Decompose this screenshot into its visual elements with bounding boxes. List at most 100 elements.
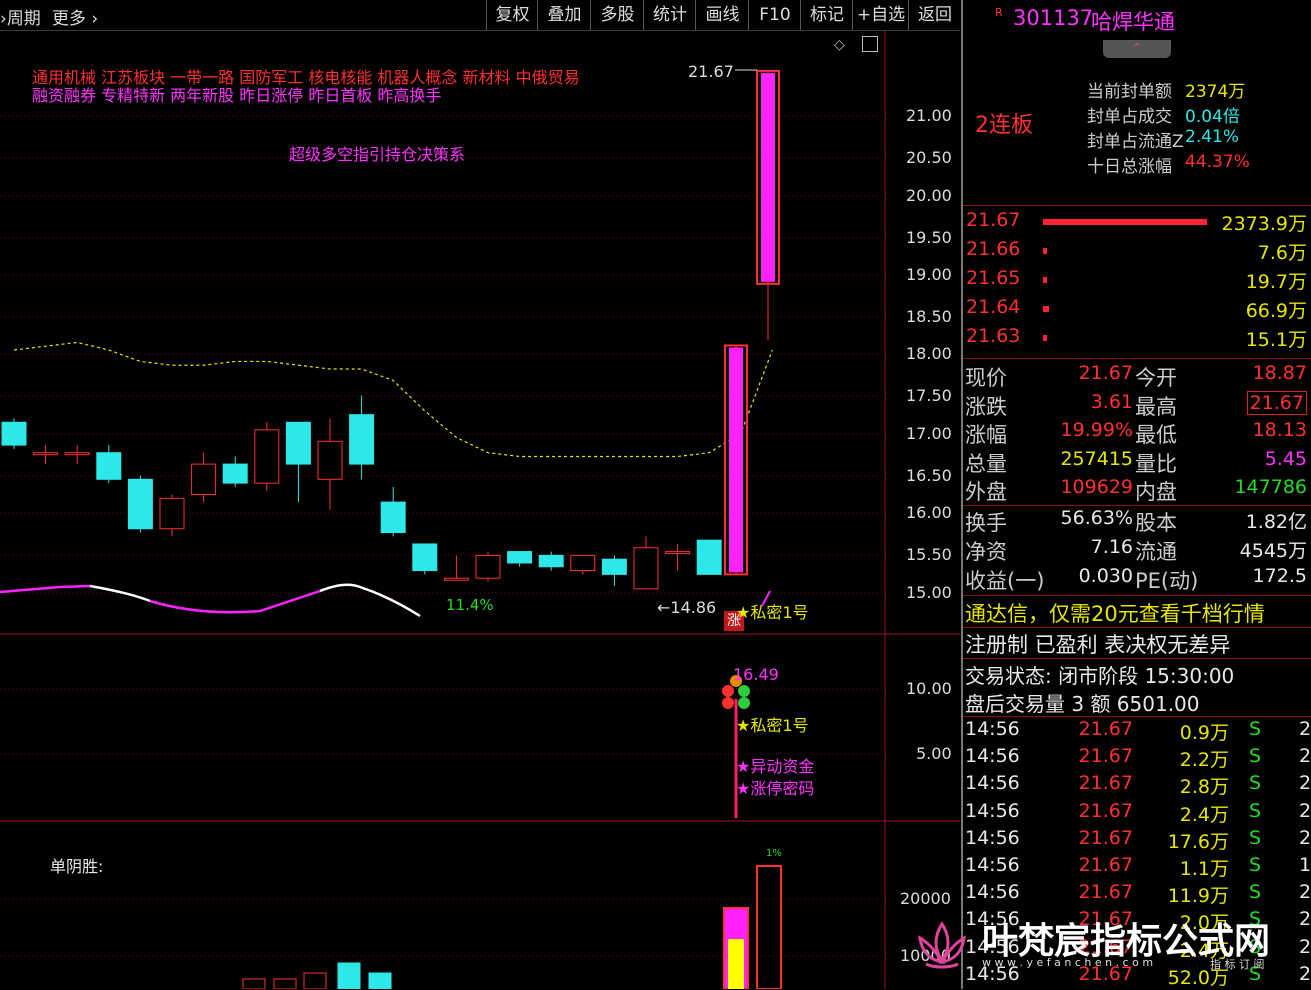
fund-label: 流通 xyxy=(1135,540,1177,564)
tick-side: S xyxy=(1249,881,1262,904)
sub2-title: 单阴胜: xyxy=(50,857,104,876)
quote-row: 现价 21.67 今开 18.87 xyxy=(963,362,1311,390)
quote-label: 现价 xyxy=(965,366,1007,390)
tick-price: 21.67 xyxy=(1078,745,1133,768)
toolbar-button[interactable]: +自选 xyxy=(852,0,909,30)
promo-banner[interactable]: 通达信，仅需20元查看千档行情 xyxy=(963,598,1311,628)
bid-row[interactable]: 21.67 2373.9万 xyxy=(963,209,1311,237)
toolbar-button[interactable]: 多股 xyxy=(590,0,644,30)
quote-value: 18.87 xyxy=(1252,362,1307,384)
diamond-icon[interactable]: ◇ xyxy=(834,37,845,53)
candle-body xyxy=(317,440,343,480)
high-price-label: 21.67 xyxy=(688,62,734,81)
bid-row[interactable]: 21.64 66.9万 xyxy=(963,296,1311,324)
quote-row: 涨跌 3.61 最高 21.67 xyxy=(963,390,1311,419)
toolbar-button[interactable]: 返回 xyxy=(908,0,961,30)
quote-label: 总量 xyxy=(965,451,1007,476)
tick-volume: 2.4万 xyxy=(1179,803,1229,826)
kline-chart[interactable]: ◇ 通用机械 江苏板块 一带一路 国防军工 核电核能 机器人概念 新材料 中俄贸… xyxy=(0,31,960,989)
tick-side: S xyxy=(1249,745,1262,768)
price-axis-tick: 16.00 xyxy=(906,503,952,522)
bid-price: 21.63 xyxy=(966,325,1021,347)
bid-volume-bar xyxy=(1043,277,1047,283)
quote-value: 21.67 xyxy=(1246,390,1307,415)
tick-time: 14:56 xyxy=(965,826,1020,849)
tick-volume: 17.6万 xyxy=(1167,830,1229,853)
toolbar-button[interactable]: 统计 xyxy=(643,0,696,30)
tick-side: S xyxy=(1249,854,1262,876)
bid-row[interactable]: 21.66 7.6万 xyxy=(963,238,1311,266)
fund-label: PE(动) xyxy=(1135,569,1199,593)
fund-label: 股本 xyxy=(1135,511,1177,535)
fund-label: 净资 xyxy=(965,540,1007,564)
collapse-toggle-icon[interactable]: ⌃ xyxy=(1103,40,1171,58)
volume-bar xyxy=(368,972,392,989)
candle-body-fill xyxy=(761,72,775,282)
chart-toolbar: ›周期 更多 › 复权 叠加 多股 统计 画线 F10 标记 +自选 返回 xyxy=(0,0,960,31)
divider xyxy=(963,595,1311,596)
fund-value: 56.63% xyxy=(1060,507,1133,529)
toolbar-button[interactable]: 叠加 xyxy=(537,0,591,30)
toolbar-button[interactable]: 复权 xyxy=(486,0,538,30)
tick-count: 2 xyxy=(1299,799,1311,822)
tick-side: S xyxy=(1249,799,1262,822)
indicator-curve xyxy=(0,584,91,594)
tick-side: S xyxy=(1249,772,1262,795)
panel-toggle-icon[interactable] xyxy=(862,36,878,52)
tick-row: 14:56 21.67 2.4万 S 2 xyxy=(963,800,1311,827)
stock-name: 哈焊华通 xyxy=(1091,10,1175,34)
volume-bar-fill xyxy=(728,939,744,989)
tick-time: 14:56 xyxy=(965,772,1020,795)
fund-row: 收益(一) 0.030 PE(动) 172.5 xyxy=(963,565,1311,593)
volume-bar xyxy=(337,962,361,989)
price-axis-tick: 19.50 xyxy=(906,228,952,247)
divider xyxy=(963,205,1311,206)
candle-body xyxy=(412,543,438,572)
more-menu[interactable]: 更多 › xyxy=(52,4,98,29)
signal-ball xyxy=(722,697,734,709)
seal-value: 44.37% xyxy=(1185,152,1250,172)
seal-label: 十日总涨幅 xyxy=(1087,157,1172,177)
bid-volume-bar xyxy=(1043,335,1047,341)
signal-star-limit: ★涨停密码 xyxy=(736,779,815,798)
watermark-url: w w w . y e f a n c h e n . c o m xyxy=(982,956,1154,969)
candle-body xyxy=(222,463,248,484)
tick-count: 2 xyxy=(1299,745,1311,768)
bid-volume: 7.6万 xyxy=(1257,242,1307,264)
seal-label: 封单占流通Z xyxy=(1087,132,1184,152)
sub1-value: 16.49 xyxy=(733,665,779,684)
divider xyxy=(963,627,1311,628)
stock-code: 301137 xyxy=(1013,6,1094,30)
tick-side: S xyxy=(1249,826,1262,849)
indicator-curve xyxy=(149,589,321,614)
toolbar-button[interactable]: 标记 xyxy=(800,0,853,30)
price-axis-tick: 16.50 xyxy=(906,466,952,485)
quote-value: 19.99% xyxy=(1060,419,1133,441)
toolbar-button[interactable]: 画线 xyxy=(695,0,749,30)
quote-label: 今开 xyxy=(1135,366,1177,390)
fund-value: 0.030 xyxy=(1078,565,1133,587)
tick-count: 2 xyxy=(1299,772,1311,795)
fund-label: 收益(一) xyxy=(965,569,1045,593)
period-selector[interactable]: ›周期 xyxy=(0,4,41,29)
bid-volume: 2373.9万 xyxy=(1221,213,1307,235)
sub2-top-label: 1% xyxy=(766,848,782,859)
bid-row[interactable]: 21.65 19.7万 xyxy=(963,267,1311,295)
divider xyxy=(963,716,1311,717)
fund-row: 换手 56.63% 股本 1.82亿 xyxy=(963,507,1311,535)
registration-info: 注册制 已盈利 表决权无差异 xyxy=(965,633,1231,657)
bid-row[interactable]: 21.63 15.1万 xyxy=(963,325,1311,353)
chart-canvas xyxy=(0,31,960,989)
fund-label: 换手 xyxy=(965,511,1007,535)
tick-price: 21.67 xyxy=(1078,799,1133,822)
signal-star-fund: ★异动资金 xyxy=(736,757,815,776)
divider xyxy=(963,505,1311,506)
tick-time: 14:56 xyxy=(965,718,1020,740)
lotus-logo-icon xyxy=(918,921,966,969)
candle-body xyxy=(696,539,722,575)
toolbar-button[interactable]: F10 xyxy=(748,0,801,30)
tick-row: 14:56 21.67 2.2万 S 2 xyxy=(963,745,1311,772)
volume-bar xyxy=(756,865,782,989)
tick-side: S xyxy=(1249,718,1262,740)
candle-body xyxy=(159,497,185,530)
